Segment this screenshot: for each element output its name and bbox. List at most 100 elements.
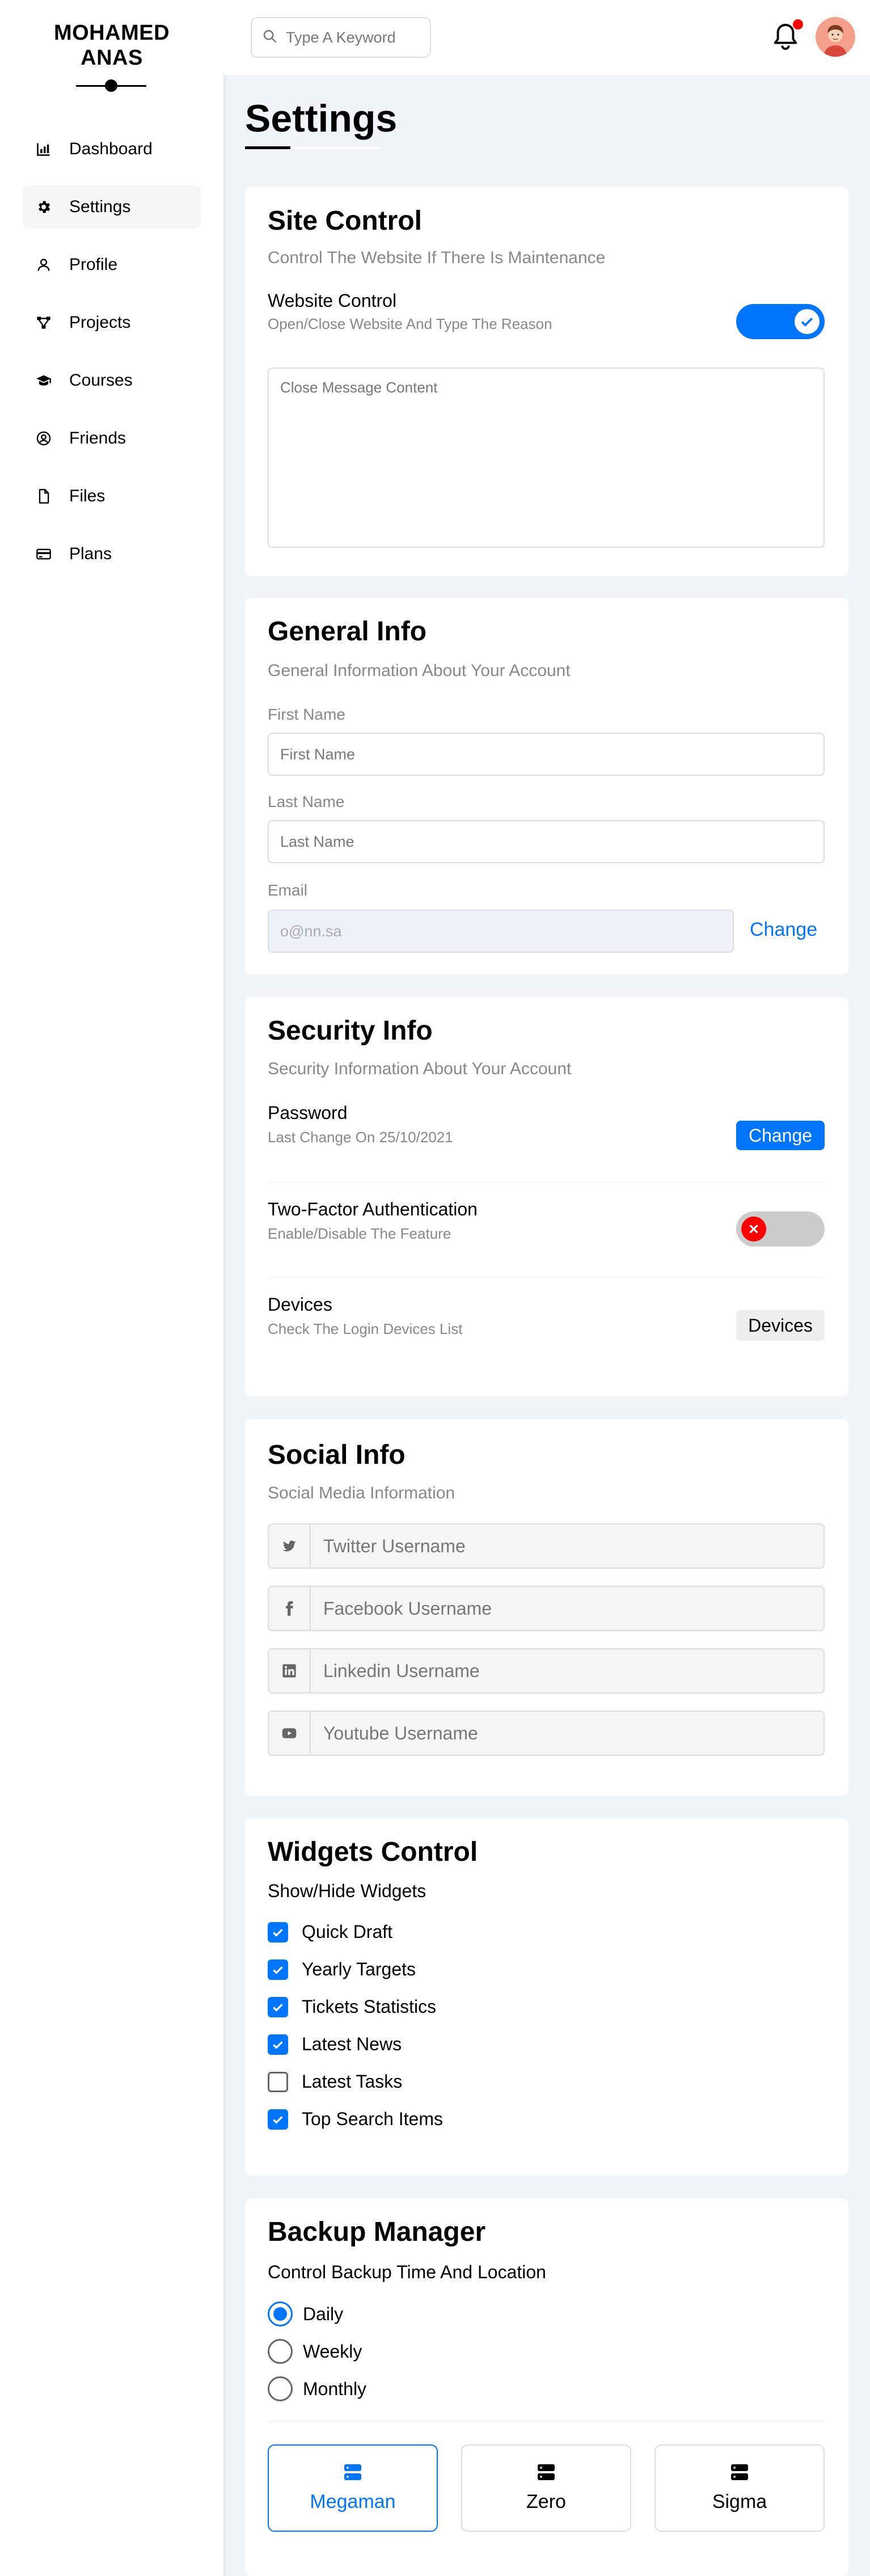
server-option-zero[interactable]: Zero	[461, 2444, 631, 2532]
facebook-username-input[interactable]	[311, 1587, 823, 1630]
site-control-subtitle: Control The Website If There Is Maintena…	[268, 248, 606, 267]
sidebar-item-label: Projects	[69, 313, 131, 332]
widget-checkbox-tickets-statistics[interactable]: Tickets Statistics	[268, 1996, 436, 2017]
checkbox[interactable]	[268, 2071, 288, 2092]
twitter-field-group	[268, 1523, 825, 1569]
graduation-cap-icon	[35, 372, 52, 389]
email-label: Email	[268, 881, 308, 899]
backup-manager-title: Backup Manager	[268, 2217, 486, 2247]
backup-option-weekly[interactable]: Weekly	[268, 2339, 362, 2364]
widget-checkbox-yearly-targets[interactable]: Yearly Targets	[268, 1959, 416, 1980]
sidebar-item-projects[interactable]: Projects	[23, 301, 201, 344]
facebook-icon	[269, 1587, 311, 1630]
sidebar-item-courses[interactable]: Courses	[23, 359, 201, 402]
backup-option-monthly[interactable]: Monthly	[268, 2376, 366, 2401]
general-info-subtitle: General Information About Your Account	[268, 661, 571, 680]
checkbox-label: Latest News	[302, 2034, 402, 2054]
notification-badge	[793, 19, 803, 29]
backup-option-daily[interactable]: Daily	[268, 2301, 343, 2326]
general-info-title: General Info	[268, 616, 427, 647]
youtube-username-input[interactable]	[311, 1712, 823, 1755]
backup-manager-card: Backup Manager Control Backup Time And L…	[245, 2198, 848, 2576]
server-option-sigma[interactable]: Sigma	[654, 2444, 825, 2532]
facebook-field-group	[268, 1586, 825, 1631]
tfa-toggle[interactable]	[736, 1211, 825, 1247]
title-underline-dark	[245, 146, 290, 149]
credit-card-icon	[35, 546, 52, 563]
radio-label: Weekly	[303, 2341, 362, 2362]
last-name-field[interactable]	[268, 820, 825, 863]
checkbox-label: Latest Tasks	[302, 2071, 403, 2092]
website-control-desc: Open/Close Website And Type The Reason	[268, 315, 552, 332]
server-icon	[344, 2464, 361, 2480]
devices-desc: Check The Login Devices List	[268, 1320, 463, 1337]
file-icon	[35, 488, 52, 505]
user-icon	[35, 256, 52, 273]
radio[interactable]	[268, 2376, 293, 2401]
checkbox-label: Top Search Items	[302, 2109, 443, 2129]
sidebar-item-friends[interactable]: Friends	[23, 417, 201, 460]
widgets-control-card: Widgets Control Show/Hide Widgets Quick …	[245, 1818, 848, 2176]
divider	[268, 1182, 825, 1183]
server-option-megaman[interactable]: Megaman	[268, 2444, 438, 2532]
checkbox[interactable]	[268, 1922, 288, 1942]
close-icon	[741, 1217, 766, 1241]
search-box[interactable]	[251, 17, 431, 58]
sidebar-item-settings[interactable]: Settings	[23, 185, 201, 229]
widget-checkbox-latest-tasks[interactable]: Latest Tasks	[268, 2071, 402, 2092]
sidebar-item-label: Files	[69, 487, 105, 505]
avatar[interactable]	[816, 17, 855, 57]
change-password-button[interactable]: Change	[736, 1121, 825, 1150]
website-control-toggle[interactable]	[736, 304, 825, 339]
change-email-link[interactable]: Change	[750, 919, 817, 941]
checkbox[interactable]	[268, 2034, 288, 2055]
sidebar-item-label: Dashboard	[69, 140, 153, 158]
website-control-title: Website Control	[268, 290, 397, 311]
last-name-label: Last Name	[268, 793, 345, 810]
checkbox[interactable]	[268, 2109, 288, 2130]
devices-title: Devices	[268, 1294, 332, 1315]
sidebar-item-label: Settings	[69, 197, 131, 216]
twitter-username-input[interactable]	[311, 1525, 823, 1568]
first-name-field[interactable]	[268, 733, 825, 776]
widget-checkbox-top-search-items[interactable]: Top Search Items	[268, 2109, 443, 2130]
checkbox[interactable]	[268, 1959, 288, 1980]
widgets-control-subtitle: Show/Hide Widgets	[268, 1881, 426, 1901]
radio[interactable]	[268, 2301, 293, 2326]
sidebar-item-label: Friends	[69, 429, 126, 447]
radio[interactable]	[268, 2339, 293, 2364]
close-message-textarea[interactable]	[268, 368, 825, 548]
brand-underline-left	[76, 85, 108, 87]
page-title: Settings	[245, 97, 398, 140]
sidebar: MOHAMED ANAS Dashboard Settings Profile	[0, 0, 223, 2576]
server-icon	[731, 2464, 748, 2480]
chart-icon	[35, 141, 52, 158]
youtube-field-group	[268, 1711, 825, 1756]
radio-label: Daily	[303, 2303, 344, 2324]
diagram-icon	[35, 314, 52, 331]
social-info-title: Social Info	[268, 1440, 406, 1470]
sidebar-item-files[interactable]: Files	[23, 475, 201, 518]
server-label: Zero	[526, 2490, 566, 2512]
checkbox-label: Quick Draft	[302, 1922, 393, 1942]
widget-checkbox-latest-news[interactable]: Latest News	[268, 2034, 402, 2055]
widget-checkbox-quick-draft[interactable]: Quick Draft	[268, 1922, 392, 1942]
radio-label: Monthly	[303, 2378, 367, 2399]
title-underline-light	[290, 147, 381, 149]
checkbox[interactable]	[268, 1996, 288, 2017]
email-field	[268, 910, 734, 953]
tfa-desc: Enable/Disable The Feature	[268, 1225, 451, 1242]
security-info-subtitle: Security Information About Your Account	[268, 1059, 572, 1078]
check-icon	[795, 309, 820, 334]
search-input[interactable]	[286, 28, 422, 47]
site-control-card: Site Control Control The Website If Ther…	[245, 187, 848, 576]
tfa-title: Two-Factor Authentication	[268, 1199, 478, 1219]
sidebar-item-plans[interactable]: Plans	[23, 533, 201, 576]
linkedin-username-input[interactable]	[311, 1649, 823, 1692]
sidebar-item-dashboard[interactable]: Dashboard	[23, 128, 201, 171]
sidebar-item-profile[interactable]: Profile	[23, 243, 201, 286]
devices-button[interactable]: Devices	[736, 1310, 825, 1341]
brand-logo[interactable]: MOHAMED ANAS	[0, 20, 223, 70]
backup-manager-subtitle: Control Backup Time And Location	[268, 2262, 546, 2282]
sidebar-item-label: Courses	[69, 371, 133, 390]
